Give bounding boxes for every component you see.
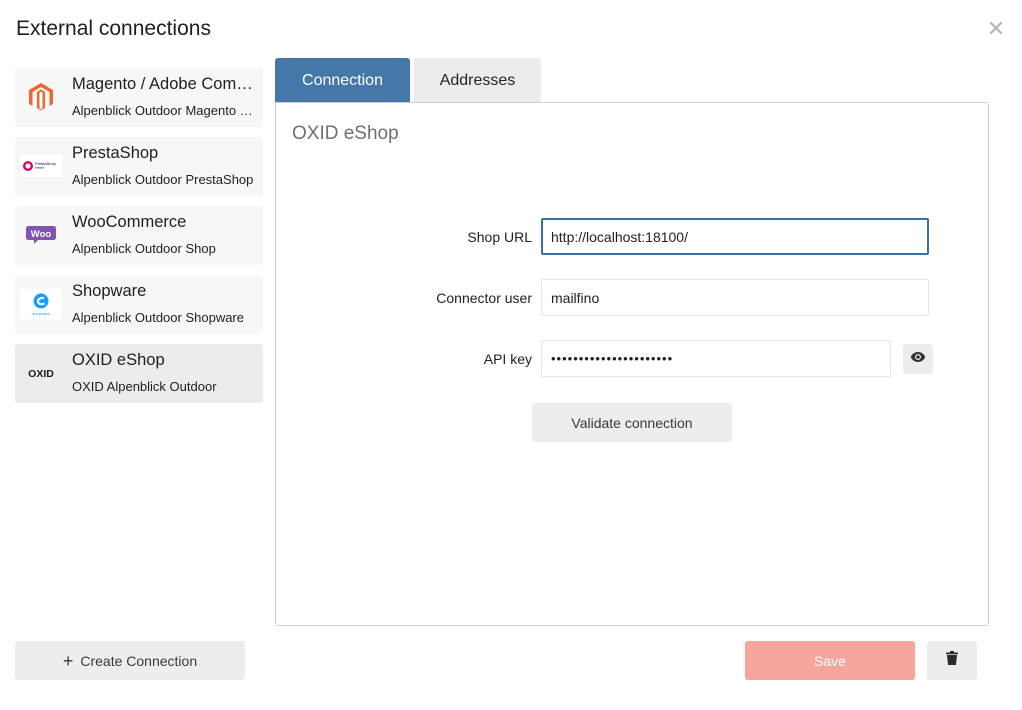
prestashop-logo: PrestaShop <box>20 147 62 185</box>
eye-icon <box>910 350 926 368</box>
connection-name: Magento / Adobe Commerce <box>72 75 260 93</box>
trash-icon <box>946 651 958 670</box>
prestashop-logo-text: PrestaShop <box>35 161 57 166</box>
shopware-logo-text: shopware <box>32 311 50 316</box>
oxid-logo: OXID <box>20 354 62 392</box>
connection-subtitle: Alpenblick Outdoor PrestaShop <box>72 172 254 187</box>
tab-addresses[interactable]: Addresses <box>414 58 541 103</box>
shopware-logo: shopware <box>20 285 62 323</box>
api-key-label: API key <box>483 351 532 367</box>
oxid-logo-text: OXID <box>28 368 54 380</box>
connection-subtitle: OXID Alpenblick Outdoor <box>72 379 217 394</box>
connection-item-magento[interactable]: Magento / Adobe Commerce Alpenblick Outd… <box>15 68 263 127</box>
connection-panel: OXID eShop Shop URL http://localhost:181… <box>275 102 989 626</box>
connection-list: Magento / Adobe Commerce Alpenblick Outd… <box>15 68 263 413</box>
create-connection-button[interactable]: + Create Connection <box>15 641 245 680</box>
connection-name: OXID eShop <box>72 351 165 369</box>
create-connection-label: Create Connection <box>80 652 198 669</box>
connection-subtitle: Alpenblick Outdoor Shop <box>72 241 216 256</box>
woocommerce-logo-text: Woo <box>31 229 52 240</box>
connection-item-oxid[interactable]: OXID OXID eShop OXID Alpenblick Outdoor <box>15 344 263 403</box>
connection-name: WooCommerce <box>72 213 187 231</box>
close-icon[interactable]: ✕ <box>985 18 1007 40</box>
api-key-input[interactable]: •••••••••••••••••••••• <box>541 340 891 377</box>
connection-subtitle: Alpenblick Outdoor Shopware <box>72 310 244 325</box>
woocommerce-logo: Woo <box>20 216 62 254</box>
panel-title: OXID eShop <box>292 123 399 144</box>
connection-subtitle: Alpenblick Outdoor Magento Shop <box>72 103 260 118</box>
show-api-key-button[interactable] <box>903 344 933 374</box>
connection-name: PrestaShop <box>72 144 159 162</box>
shop-url-label: Shop URL <box>467 229 532 245</box>
shop-url-input[interactable]: http://localhost:18100/ <box>541 218 929 255</box>
external-connections-dialog: External connections ✕ Magento / Adobe C… <box>0 0 1022 710</box>
connection-item-prestashop[interactable]: PrestaShop PrestaShop Alpenblick Outdoor… <box>15 137 263 196</box>
connection-name: Shopware <box>72 282 147 300</box>
tab-connection[interactable]: Connection <box>275 58 410 103</box>
plus-icon: + <box>62 650 74 671</box>
connection-item-woocommerce[interactable]: Woo WooCommerce Alpenblick Outdoor Shop <box>15 206 263 265</box>
dialog-title: External connections <box>16 17 211 40</box>
connection-item-shopware[interactable]: shopware Shopware Alpenblick Outdoor Sho… <box>15 275 263 334</box>
connector-user-input[interactable]: mailfino <box>541 279 929 316</box>
delete-button[interactable] <box>927 641 977 680</box>
save-button[interactable]: Save <box>745 641 915 680</box>
connector-user-label: Connector user <box>436 290 532 306</box>
validate-connection-button[interactable]: Validate connection <box>532 403 732 442</box>
magento-logo <box>20 78 62 116</box>
